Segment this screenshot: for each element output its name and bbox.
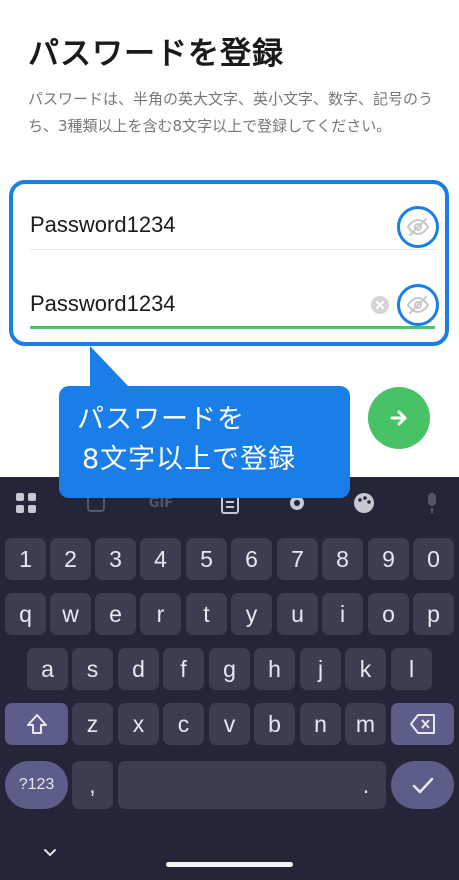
home-indicator[interactable] xyxy=(166,862,293,867)
toggle-visibility-button[interactable] xyxy=(397,284,439,326)
key-3[interactable]: 3 xyxy=(95,538,136,580)
key-r[interactable]: r xyxy=(140,593,181,635)
shift-icon xyxy=(26,714,47,734)
key-2[interactable]: 2 xyxy=(50,538,91,580)
confirm-password-field[interactable]: Password1234 xyxy=(30,291,176,317)
hint-tooltip: パスワードを 8文字以上で登録 xyxy=(59,346,350,498)
page-description: パスワードは、半角の英大文字、英小文字、数字、記号のうち、3種類以上を含む8文字… xyxy=(28,90,434,135)
key-n[interactable]: n xyxy=(300,703,341,745)
key-9[interactable]: 9 xyxy=(368,538,409,580)
key-h[interactable]: h xyxy=(254,648,295,690)
key-z[interactable]: z xyxy=(72,703,113,745)
backspace-icon xyxy=(409,714,435,734)
key-o[interactable]: o xyxy=(368,593,409,635)
apps-grid-icon[interactable] xyxy=(14,491,38,515)
key-x[interactable]: x xyxy=(118,703,159,745)
key-y[interactable]: y xyxy=(231,593,272,635)
active-field-underline xyxy=(30,326,435,329)
key-1[interactable]: 1 xyxy=(5,538,46,580)
key-j[interactable]: j xyxy=(300,648,341,690)
password-field[interactable]: Password1234 xyxy=(30,212,176,238)
key-g[interactable]: g xyxy=(209,648,250,690)
key-t[interactable]: t xyxy=(186,593,227,635)
key-a[interactable]: a xyxy=(27,648,68,690)
tooltip-pointer xyxy=(90,346,130,388)
key-4[interactable]: 4 xyxy=(140,538,181,580)
key-c[interactable]: c xyxy=(163,703,204,745)
key-e[interactable]: e xyxy=(95,593,136,635)
key-7[interactable]: 7 xyxy=(277,538,318,580)
key-s[interactable]: s xyxy=(72,648,113,690)
key-k[interactable]: k xyxy=(345,648,386,690)
key-w[interactable]: w xyxy=(50,593,91,635)
arrow-right-icon xyxy=(390,410,407,426)
key-u[interactable]: u xyxy=(277,593,318,635)
key-p[interactable]: p xyxy=(413,593,454,635)
tooltip-line-2: 8文字以上で登録 xyxy=(82,444,297,475)
backspace-key[interactable] xyxy=(391,703,454,745)
page-title: パスワードを登録 xyxy=(28,36,284,72)
microphone-icon[interactable] xyxy=(420,491,444,515)
key-6[interactable]: 6 xyxy=(231,538,272,580)
key-d[interactable]: d xyxy=(118,648,159,690)
shift-key[interactable] xyxy=(5,703,68,745)
comma-key[interactable]: , xyxy=(72,761,113,809)
toggle-visibility-button[interactable] xyxy=(397,206,439,248)
key-l[interactable]: l xyxy=(391,648,432,690)
password-fields-group: Password1234 Password1234 xyxy=(9,180,449,346)
key-0[interactable]: 0 xyxy=(413,538,454,580)
key-i[interactable]: i xyxy=(322,593,363,635)
symbols-key[interactable]: ?123 xyxy=(5,761,68,809)
key-q[interactable]: q xyxy=(5,593,46,635)
next-button[interactable] xyxy=(368,387,430,449)
checkmark-icon xyxy=(412,777,433,794)
chevron-down-icon[interactable] xyxy=(42,843,58,862)
key-v[interactable]: v xyxy=(209,703,250,745)
eye-off-icon xyxy=(406,218,430,236)
eye-off-icon xyxy=(406,296,430,314)
clear-icon xyxy=(376,301,384,309)
key-8[interactable]: 8 xyxy=(322,538,363,580)
enter-key[interactable] xyxy=(391,761,454,809)
key-f[interactable]: f xyxy=(163,648,204,690)
field-divider xyxy=(30,249,435,250)
key-b[interactable]: b xyxy=(254,703,295,745)
key-m[interactable]: m xyxy=(345,703,386,745)
tooltip-line-1: パスワードを xyxy=(77,404,245,435)
clear-button[interactable] xyxy=(371,296,389,314)
key-5[interactable]: 5 xyxy=(186,538,227,580)
palette-icon[interactable] xyxy=(352,491,376,515)
period-key[interactable]: . xyxy=(346,761,386,809)
